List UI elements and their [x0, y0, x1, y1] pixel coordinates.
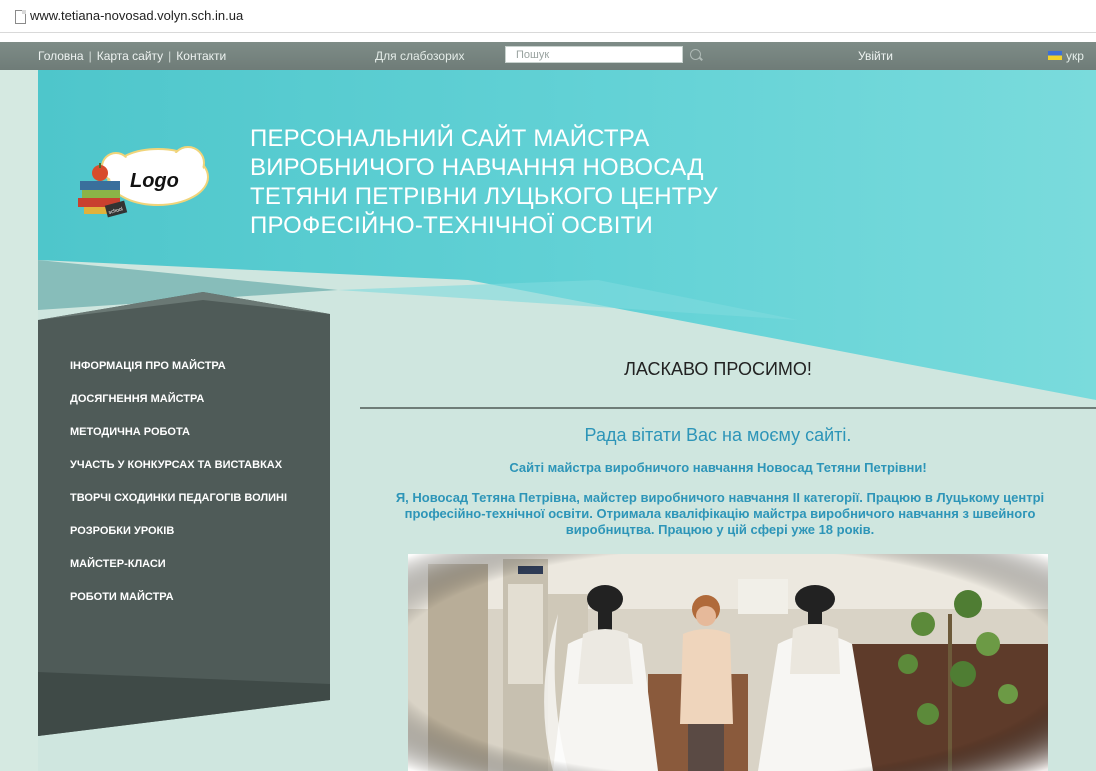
menu-item-lessons[interactable]: РОЗРОБКИ УРОКІВ: [70, 525, 290, 537]
search-icon[interactable]: [690, 49, 701, 60]
menu-item-methodical[interactable]: МЕТОДИЧНА РОБОТА: [70, 426, 290, 438]
browser-address-bar[interactable]: www.tetiana-novosad.volyn.sch.in.ua: [0, 0, 1096, 33]
login-link[interactable]: Увійти: [858, 49, 893, 63]
link-separator: |: [88, 49, 92, 63]
link-separator: |: [168, 49, 172, 63]
top-links: Головна | Карта сайту | Контакти: [38, 49, 226, 63]
url-text[interactable]: www.tetiana-novosad.volyn.sch.in.ua: [30, 8, 243, 23]
language-selector[interactable]: укр: [1066, 49, 1084, 63]
link-home[interactable]: Головна: [38, 49, 84, 63]
site-title-line: ВИРОБНИЧОГО НАВЧАННЯ НОВОСАД: [250, 154, 704, 181]
page-body: Logo school ПЕРСОНАЛЬНИЙ САЙТ МАЙСТРА ВИ…: [38, 70, 1096, 771]
menu-item-info[interactable]: ІНФОРМАЦІЯ ПРО МАЙСТРА: [70, 360, 290, 372]
site-title-line: ТЕТЯНИ ПЕТРІВНИ ЛУЦЬКОГО ЦЕНТРУ: [250, 183, 718, 210]
menu-item-works[interactable]: РОБОТИ МАЙСТРА: [70, 591, 290, 603]
logo-text: Logo: [130, 170, 179, 192]
link-sitemap[interactable]: Карта сайту: [97, 49, 163, 63]
menu-item-master-classes[interactable]: МАЙСТЕР-КЛАСИ: [70, 558, 290, 570]
menu-item-creative-steps[interactable]: ТВОРЧІ СХОДИНКИ ПЕДАГОГІВ ВОЛИНІ: [70, 492, 290, 504]
site-logo[interactable]: Logo school: [78, 145, 218, 225]
menu-item-achievements[interactable]: ДОСЯГНЕННЯ МАЙСТРА: [70, 393, 290, 405]
flag-icon: [1048, 51, 1062, 60]
welcome-heading: ЛАСКАВО ПРОСИМО!: [624, 359, 812, 379]
site-title-line: ПЕРСОНАЛЬНИЙ САЙТ МАЙСТРА: [250, 125, 650, 152]
menu-item-contests[interactable]: УЧАСТЬ У КОНКУРСАХ ТА ВИСТАВКАХ: [70, 459, 290, 471]
page-icon: [15, 10, 26, 24]
low-vision-link[interactable]: Для слабозорих: [375, 49, 464, 63]
content-divider: [360, 407, 1096, 409]
link-contacts[interactable]: Контакти: [176, 49, 226, 63]
site-title: ПЕРСОНАЛЬНИЙ САЙТ МАЙСТРА ВИРОБНИЧОГО НА…: [250, 124, 810, 240]
site-title-line: ПРОФЕСІЙНО-ТЕХНІЧНОЇ ОСВІТИ: [250, 212, 653, 239]
side-menu: ІНФОРМАЦІЯ ПРО МАЙСТРА ДОСЯГНЕННЯ МАЙСТР…: [70, 360, 290, 624]
greeting-text: Рада вітати Вас на моєму сайті.: [584, 425, 852, 445]
intro-paragraph: Я, Новосад Тетяна Петрівна, майстер виро…: [395, 490, 1045, 537]
subtitle-text: Сайті майстра виробничого навчання Новос…: [509, 460, 927, 475]
search-input[interactable]: Пошук: [505, 46, 683, 63]
workshop-photo: [408, 554, 1048, 771]
side-strip: [0, 70, 38, 771]
top-navigation-bar: Головна | Карта сайту | Контакти Для слабозо…: [0, 42, 1096, 70]
